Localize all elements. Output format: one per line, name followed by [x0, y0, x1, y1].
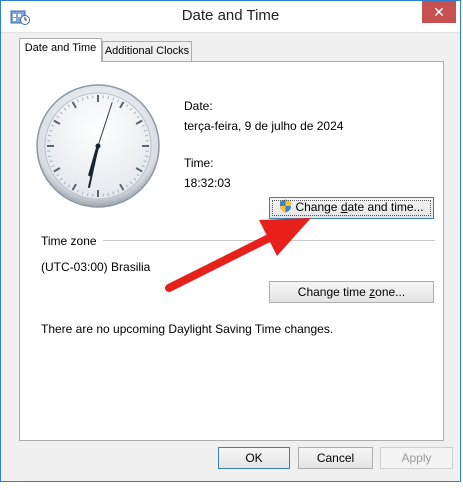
clock-center — [95, 143, 101, 149]
date-time-dialog: Date and Time ✕ Date and Time Additional… — [0, 0, 461, 482]
time-label: Time: — [184, 156, 214, 170]
apply-button[interactable]: Apply — [380, 447, 453, 469]
tab-date-and-time[interactable]: Date and Time — [19, 38, 102, 62]
clock-minute-tick — [144, 155, 148, 158]
clock-minute-tick — [48, 134, 52, 137]
clock-minute-tick — [107, 96, 110, 100]
date-label: Date: — [184, 99, 213, 113]
time-zone-section-label: Time zone — [41, 234, 97, 248]
close-button[interactable]: ✕ — [422, 1, 456, 23]
clock-minute-tick — [107, 192, 110, 196]
cancel-button[interactable]: Cancel — [298, 447, 373, 469]
clock-minute-tick — [144, 134, 148, 137]
ok-button[interactable]: OK — [218, 447, 290, 469]
analog-clock — [36, 84, 160, 208]
clock-minute-tick — [48, 155, 52, 158]
tab-additional-clocks[interactable]: Additional Clocks — [102, 41, 192, 62]
annotation-arrow — [165, 218, 311, 292]
clock-minute-tick — [86, 96, 89, 100]
change-time-zone-label-post: one... — [375, 285, 406, 299]
window-title: Date and Time — [181, 7, 280, 24]
time-value: 18:32:03 — [184, 176, 231, 190]
background-strip — [0, 482, 463, 490]
title-bar[interactable]: Date and Time ✕ — [1, 1, 460, 33]
time-zone-value: (UTC-03:00) Brasilia — [41, 260, 151, 274]
date-value: terça-feira, 9 de julho de 2024 — [184, 119, 344, 133]
dst-message: There are no upcoming Daylight Saving Ti… — [41, 322, 334, 336]
clock-minute-tick — [86, 192, 89, 196]
